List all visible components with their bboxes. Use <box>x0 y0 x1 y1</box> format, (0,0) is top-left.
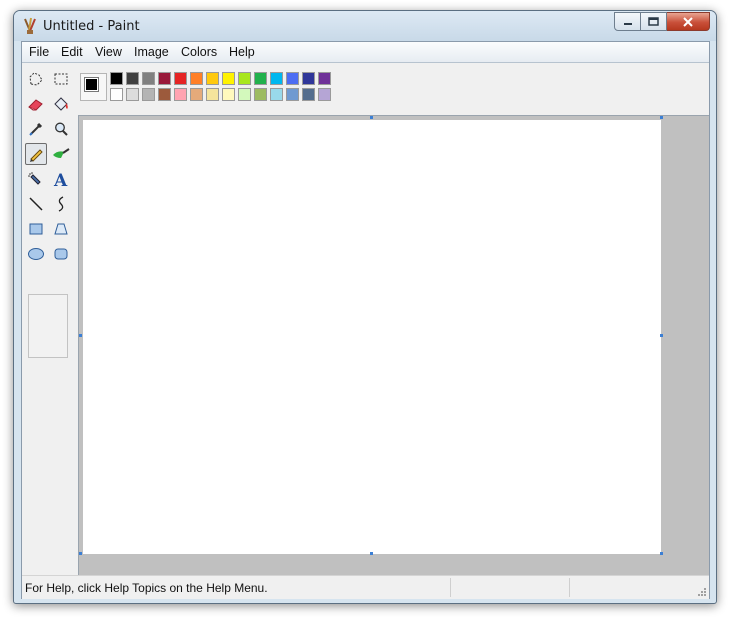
palette-swatch[interactable] <box>286 88 299 101</box>
palette-swatch[interactable] <box>318 88 331 101</box>
paint-app-icon <box>24 17 36 34</box>
palette-swatch[interactable] <box>158 72 171 85</box>
color-box <box>78 63 709 113</box>
resize-grip-icon[interactable] <box>697 587 707 597</box>
status-bar: For Help, click Help Topics on the Help … <box>22 575 709 599</box>
color-picker-icon <box>29 122 43 136</box>
line-tool[interactable] <box>25 193 47 215</box>
foreground-color <box>84 77 99 92</box>
palette-swatch[interactable] <box>222 72 235 85</box>
palette-swatch[interactable] <box>302 72 315 85</box>
palette-swatch[interactable] <box>254 88 267 101</box>
menu-view[interactable]: View <box>95 45 122 59</box>
text-tool[interactable]: A <box>50 168 72 190</box>
menu-edit[interactable]: Edit <box>61 45 83 59</box>
menu-file[interactable]: File <box>29 45 49 59</box>
curve-tool[interactable] <box>50 193 72 215</box>
current-colors[interactable] <box>80 73 107 101</box>
palette-swatch[interactable] <box>126 72 139 85</box>
line-icon <box>29 197 43 211</box>
eraser-tool[interactable] <box>25 93 47 115</box>
resize-handle-bottom-right[interactable] <box>660 552 663 555</box>
minimize-button[interactable] <box>614 12 641 31</box>
curve-icon <box>58 196 64 212</box>
free-form-select-tool[interactable] <box>25 68 47 90</box>
menu-image[interactable]: Image <box>134 45 169 59</box>
brush-icon <box>53 148 70 158</box>
palette-swatch[interactable] <box>222 88 235 101</box>
palette-swatch[interactable] <box>190 88 203 101</box>
menu-help[interactable]: Help <box>229 45 255 59</box>
resize-handle-left <box>79 334 82 337</box>
caption-buttons <box>614 12 710 32</box>
palette-swatch[interactable] <box>270 72 283 85</box>
toolbox: A <box>22 63 78 573</box>
resize-handle-top-right <box>660 116 663 119</box>
fill-bucket-tool[interactable] <box>50 93 72 115</box>
resize-handle-bottom[interactable] <box>370 552 373 555</box>
palette-swatch[interactable] <box>142 88 155 101</box>
maximize-button[interactable] <box>641 12 667 31</box>
menu-colors[interactable]: Colors <box>181 45 217 59</box>
resize-handle-top <box>370 116 373 119</box>
airbrush-tool[interactable] <box>25 168 47 190</box>
palette-swatch[interactable] <box>126 88 139 101</box>
palette-swatch[interactable] <box>286 72 299 85</box>
palette-swatch[interactable] <box>110 88 123 101</box>
select-icon <box>54 73 68 85</box>
pencil-icon <box>30 149 43 162</box>
palette-swatch[interactable] <box>142 72 155 85</box>
resize-handle-right[interactable] <box>660 334 663 337</box>
palette-swatch[interactable] <box>110 72 123 85</box>
drawing-canvas[interactable] <box>83 120 661 554</box>
free-form-select-icon <box>29 72 43 86</box>
minimize-icon <box>623 22 632 25</box>
ellipse-tool[interactable] <box>25 243 47 265</box>
palette-swatch[interactable] <box>206 88 219 101</box>
pencil-tool[interactable] <box>25 143 47 165</box>
rounded-rectangle-icon <box>54 248 68 260</box>
palette-swatch[interactable] <box>206 72 219 85</box>
palette-swatch[interactable] <box>318 72 331 85</box>
polygon-tool[interactable] <box>50 218 72 240</box>
polygon-icon <box>54 223 68 235</box>
palette-swatch[interactable] <box>174 72 187 85</box>
status-text: For Help, click Help Topics on the Help … <box>25 581 268 595</box>
tool-options-box[interactable] <box>28 294 68 358</box>
eraser-icon <box>28 99 43 111</box>
text-icon: A <box>53 171 68 188</box>
airbrush-icon <box>28 172 41 185</box>
client-area: File Edit View Image Colors Help A For H… <box>21 41 710 599</box>
close-button[interactable] <box>667 12 710 31</box>
fill-bucket-icon <box>54 97 68 111</box>
magnifier-icon <box>55 122 68 136</box>
palette-swatch[interactable] <box>238 88 251 101</box>
maximize-icon <box>648 17 659 26</box>
palette-swatch[interactable] <box>254 72 267 85</box>
status-separator <box>450 578 451 597</box>
status-separator <box>569 578 570 597</box>
close-icon <box>683 16 693 27</box>
palette-swatch[interactable] <box>190 72 203 85</box>
title-bar[interactable]: Untitled - Paint <box>14 11 716 41</box>
palette-swatch[interactable] <box>174 88 187 101</box>
palette-swatch[interactable] <box>158 88 171 101</box>
palette-swatch[interactable] <box>238 72 251 85</box>
ellipse-icon <box>28 248 44 260</box>
paint-window: Untitled - Paint File Edit View Image Co… <box>13 10 717 604</box>
rectangle-icon <box>29 223 43 235</box>
rounded-rectangle-tool[interactable] <box>50 243 72 265</box>
window-title: Untitled - Paint <box>43 19 140 34</box>
color-picker-tool[interactable] <box>25 118 47 140</box>
select-tool[interactable] <box>50 68 72 90</box>
resize-handle-bottom-left <box>79 552 82 555</box>
menu-bar: File Edit View Image Colors Help <box>22 42 709 63</box>
brush-tool[interactable] <box>50 143 72 165</box>
palette-swatch[interactable] <box>270 88 283 101</box>
rectangle-tool[interactable] <box>25 218 47 240</box>
magnifier-tool[interactable] <box>50 118 72 140</box>
drawing-workspace <box>78 115 709 575</box>
palette-swatch[interactable] <box>302 88 315 101</box>
svg-text:A: A <box>53 171 68 188</box>
